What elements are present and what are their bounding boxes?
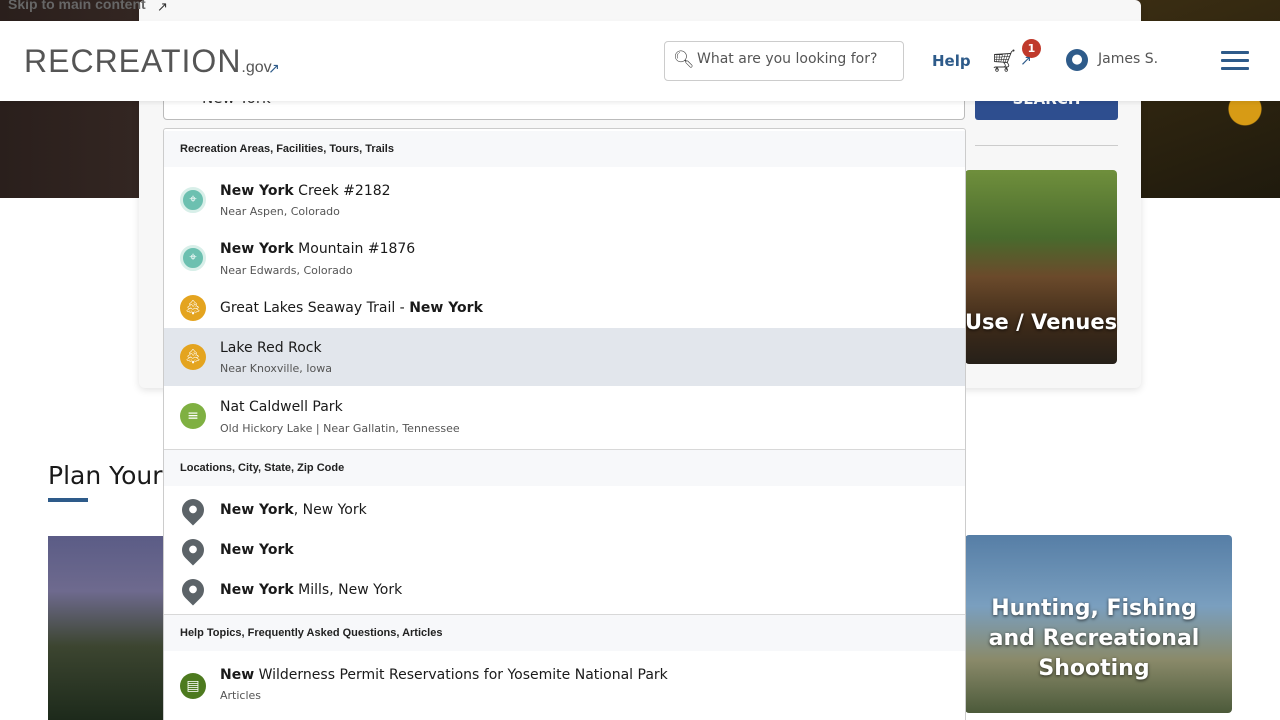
help-link[interactable]: Help [932, 52, 971, 70]
suggestion-subtitle: Old Hickory Lake | Near Gallatin, Tennes… [220, 422, 460, 435]
suggestion-item-highlighted[interactable]: 🌲︎ Lake Red Rock Near Knoxville, Iowa [164, 328, 965, 386]
recreation-gov-logo[interactable]: RECREATION.gov [24, 43, 272, 80]
compass-icon: ⌖ [180, 245, 206, 271]
suggestion-item[interactable]: ⌖ New York Mountain #1876 Near Edwards, … [164, 229, 965, 287]
section-header: Locations, City, State, Zip Code [164, 450, 965, 486]
heading-underline [48, 498, 88, 502]
suggestion-title: New York [220, 542, 294, 558]
suggestion-item[interactable]: ● New York Mills, New York [164, 571, 965, 611]
section-header-label: Help Topics, Frequently Asked Questions,… [180, 627, 443, 639]
suggestion-subtitle: Near Knoxville, Iowa [220, 362, 332, 375]
plan-card-image[interactable] [48, 536, 163, 720]
map-pin-icon: ● [177, 534, 209, 566]
hamburger-menu-icon[interactable] [1221, 51, 1249, 73]
suggestion-item[interactable]: ▤ New Wilderness Permit Reservations for… [164, 656, 965, 716]
tree-icon: 🌲︎ [180, 295, 206, 321]
venues-card-label[interactable]: Use / Venues [965, 310, 1117, 334]
venues-card-image[interactable] [965, 170, 1117, 364]
suggestion-item[interactable]: ≡ Nat Caldwell Park Old Hickory Lake | N… [164, 387, 965, 447]
cart-icon[interactable]: 🛒︎ [990, 49, 1018, 74]
picnic-table-icon: ≡ [180, 403, 206, 429]
search-suggestions-dropdown: Recreation Areas, Facilities, Tours, Tra… [163, 128, 966, 720]
suggestion-title: Great Lakes Seaway Trail - New York [220, 300, 483, 316]
external-link-icon: ↗ [157, 0, 168, 15]
section-header-label: Locations, City, State, Zip Code [180, 462, 345, 474]
section-header: Help Topics, Frequently Asked Questions,… [164, 615, 965, 651]
suggestion-item[interactable]: ● New York [164, 531, 965, 569]
header-search[interactable]: 🔍︎ [664, 41, 904, 81]
map-pin-icon: ● [177, 574, 209, 606]
suggestion-title: New York Mills, New York [220, 582, 403, 598]
hunting-card-label[interactable]: Hunting, Fishing and Recreational Shooti… [972, 594, 1216, 684]
skip-to-main-content-link[interactable]: Skip to main content [8, 0, 146, 12]
suggestion-title: New York Creek #2182 [220, 183, 391, 199]
section-header: Recreation Areas, Facilities, Tours, Tra… [164, 131, 965, 167]
logo-text: RECREATION [24, 43, 242, 79]
suggestion-subtitle: Near Edwards, Colorado [220, 264, 353, 277]
document-icon: ▤ [180, 673, 206, 699]
tree-icon: 🌲︎ [180, 344, 206, 370]
suggestion-title: New York, New York [220, 502, 367, 518]
suggestion-subtitle: Articles [220, 689, 262, 702]
compass-icon: ⌖ [180, 187, 206, 213]
suggestion-item[interactable]: ⌖ New York Creek #2182 Near Aspen, Color… [164, 169, 965, 227]
suggestion-title: Lake Red Rock [220, 340, 322, 356]
section-header-label: Recreation Areas, Facilities, Tours, Tra… [180, 143, 394, 155]
search-icon: 🔍︎ [673, 50, 695, 70]
user-avatar-icon[interactable]: ● [1066, 49, 1088, 71]
user-name[interactable]: James S. [1098, 51, 1158, 67]
header-search-input[interactable] [697, 51, 897, 67]
suggestion-title: New Wilderness Permit Reservations for Y… [220, 667, 668, 683]
site-header: RECREATION.gov ↗ 🔍︎ Help 🛒︎ 1 ↗ ● James … [0, 21, 1280, 101]
external-link-icon: ↗ [268, 61, 280, 77]
divider [975, 145, 1118, 146]
suggestion-subtitle: Near Aspen, Colorado [220, 205, 340, 218]
plan-your-heading: Plan Your [48, 461, 163, 490]
suggestion-item[interactable]: ● New York, New York [164, 491, 965, 529]
map-pin-icon: ● [177, 494, 209, 526]
external-link-icon: ↗ [1020, 53, 1032, 69]
suggestion-title: Nat Caldwell Park [220, 399, 343, 415]
suggestion-title: New York Mountain #1876 [220, 241, 416, 257]
suggestion-item[interactable]: 🌲︎ Great Lakes Seaway Trail - New York [164, 289, 965, 327]
